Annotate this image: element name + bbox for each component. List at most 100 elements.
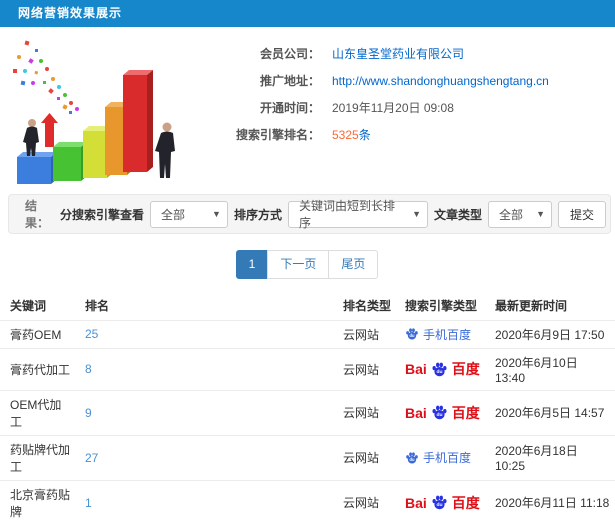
open-time-value: 2019年11月20日 09:08 — [332, 101, 454, 115]
table-row: 膏药OEM 25 云网站 du 手机百度 2020年6月9日 17:50 — [0, 319, 615, 349]
article-type-label: 文章类型 — [433, 207, 482, 222]
sort-filter-value: 关键词由短到长排序 — [298, 199, 395, 230]
svg-text:du: du — [410, 457, 415, 462]
sort-filter-label: 排序方式 — [233, 207, 282, 222]
chevron-down-icon: ▼ — [212, 209, 221, 219]
svg-text:du: du — [436, 502, 442, 508]
rank-cell[interactable]: 27 — [75, 434, 333, 481]
baidu-logo-cn: 百度 — [451, 494, 480, 511]
updated-cell: 2020年6月11日 11:18 — [485, 479, 615, 520]
next-page-button[interactable]: 下一页 — [267, 250, 330, 279]
promo-url-link[interactable]: http://www.shandonghuangshengtang.cn — [332, 68, 549, 95]
mobile-baidu-label: 手机百度 — [423, 327, 472, 342]
submit-button[interactable]: 提交 — [558, 200, 606, 228]
engine-cell: Bai du 百度 — [395, 347, 485, 391]
rank-cell[interactable]: 8 — [75, 347, 333, 391]
rank-count-label: 搜索引擎排名： — [235, 128, 320, 142]
result-label: 结果： — [25, 199, 50, 230]
baidu-engine-badge: Bai du 百度 — [405, 493, 481, 513]
baidu-paw-icon: du — [406, 452, 418, 464]
field-rank-count: 搜索引擎排名： 5325条 — [190, 122, 615, 149]
filter-controls: 分搜索引擎查看 全部 ▼ 排序方式 关键词由短到长排序 ▼ 文章类型 全部 ▼ … — [59, 199, 606, 230]
company-link[interactable]: 山东皇圣堂药业有限公司 — [332, 41, 464, 68]
chevron-down-icon: ▼ — [412, 209, 421, 219]
keyword-cell: 北京膏药贴牌 — [0, 479, 75, 520]
baidu-logo-cn: 百度 — [451, 361, 480, 378]
businessman-left — [23, 119, 39, 156]
bar-blue — [17, 152, 57, 184]
rank-cell[interactable]: 9 — [75, 389, 333, 436]
rank-cell[interactable]: 1 — [75, 479, 333, 520]
engine-filter-label: 分搜索引擎查看 — [59, 207, 144, 222]
baidu-paw-icon: du — [432, 405, 447, 420]
keyword-cell: 药贴牌代加工 — [0, 434, 75, 481]
last-page-button[interactable]: 尾页 — [328, 250, 379, 279]
info-fields: 会员公司： 山东皇圣堂药业有限公司 推广地址： http://www.shand… — [190, 35, 615, 186]
table-row: 药贴牌代加工 27 云网站 du 手机百度 2020年6月18日 10:25 — [0, 434, 615, 481]
table-body: 膏药OEM 25 云网站 du 手机百度 2020年6月9日 17:50 膏药代加… — [0, 319, 615, 520]
bar-chart-growth-illustration — [13, 40, 175, 184]
svg-text:du: du — [410, 333, 415, 338]
baidu-logo-bai: Bai — [405, 361, 427, 378]
baidu-paw-icon: du — [432, 495, 447, 510]
baidu-engine-badge: Bai du 百度 — [405, 403, 481, 423]
engine-filter-select[interactable]: 全部 ▼ — [149, 200, 228, 228]
growth-arrow-icon — [41, 113, 58, 147]
keyword-cell: 膏药OEM — [0, 319, 75, 349]
keyword-rank-table: 关键词 排名 排名类型 搜索引擎类型 最新更新时间 膏药OEM 25 云网站 d… — [0, 291, 615, 520]
field-open-time: 开通时间： 2019年11月20日 09:08 — [190, 95, 615, 122]
mobile-baidu-label: 手机百度 — [423, 451, 472, 466]
hero-illustration — [5, 35, 190, 185]
bar-green — [53, 142, 87, 181]
col-rank: 排名 — [85, 298, 110, 313]
rank-count-suffix: 条 — [358, 128, 371, 142]
engine-cell: Bai du 百度 — [395, 479, 485, 520]
table-row: 北京膏药贴牌 1 云网站 Bai du 百度 2020年6月11日 11:18 — [0, 479, 615, 520]
updated-cell: 2020年6月18日 10:25 — [485, 434, 615, 481]
baidu-logo-bai: Bai — [405, 494, 427, 511]
rank-type-cell: 云网站 — [333, 319, 395, 349]
article-type-value: 全部 — [499, 207, 524, 222]
rank-cell[interactable]: 25 — [75, 319, 333, 349]
rank-type-cell: 云网站 — [333, 479, 395, 520]
page-title: 网络营销效果展示 — [18, 6, 123, 20]
table-header: 关键词 排名 排名类型 搜索引擎类型 最新更新时间 — [0, 291, 615, 321]
baidu-logo-cn: 百度 — [451, 404, 480, 421]
updated-cell: 2020年6月10日 13:40 — [485, 347, 615, 391]
col-engine-type: 搜索引擎类型 — [405, 298, 478, 313]
confetti-dots — [13, 40, 79, 114]
rank-type-cell: 云网站 — [333, 389, 395, 436]
mobile-baidu-engine-badge: du 手机百度 — [405, 449, 481, 466]
company-label: 会员公司： — [259, 47, 320, 61]
engine-cell: du 手机百度 — [395, 319, 485, 349]
updated-cell: 2020年6月9日 17:50 — [485, 319, 615, 349]
baidu-logo-bai: Bai — [405, 404, 427, 421]
filter-bar: 结果： 分搜索引擎查看 全部 ▼ 排序方式 关键词由短到长排序 ▼ 文章类型 全… — [8, 194, 611, 234]
page-header: 网络营销效果展示 — [0, 0, 615, 27]
open-time-label: 开通时间： — [259, 101, 320, 115]
col-rank-type: 排名类型 — [343, 298, 392, 313]
col-updated: 最新更新时间 — [495, 298, 568, 313]
table-row: 膏药代加工 8 云网站 Bai du 百度 2020年6月10日 13:40 — [0, 347, 615, 391]
table-row: OEM代加工 9 云网站 Bai du 百度 2020年6月5日 14:57 — [0, 389, 615, 436]
updated-cell: 2020年6月5日 14:57 — [485, 389, 615, 436]
sort-filter-select[interactable]: 关键词由短到长排序 ▼ — [287, 199, 428, 230]
engine-cell: du 手机百度 — [395, 434, 485, 481]
bar-red — [123, 70, 153, 172]
field-url: 推广地址： http://www.shandonghuangshengtang.… — [190, 68, 615, 95]
rank-type-cell: 云网站 — [333, 434, 395, 481]
chevron-down-icon: ▼ — [536, 209, 545, 219]
engine-cell: Bai du 百度 — [395, 389, 485, 436]
page-1-button[interactable]: 1 — [235, 250, 269, 279]
engine-filter-value: 全部 — [160, 207, 185, 222]
baidu-paw-icon: du — [432, 362, 447, 377]
rank-type-cell: 云网站 — [333, 347, 395, 391]
url-label: 推广地址： — [259, 74, 320, 88]
article-type-select[interactable]: 全部 ▼ — [488, 200, 552, 228]
pagination: 1 下一页 尾页 — [0, 250, 615, 279]
rank-count-value: 5325 — [332, 128, 359, 142]
svg-text:du: du — [436, 412, 442, 418]
col-keyword: 关键词 — [10, 298, 47, 313]
businessman-right — [155, 122, 175, 178]
baidu-engine-badge: Bai du 百度 — [405, 359, 481, 379]
